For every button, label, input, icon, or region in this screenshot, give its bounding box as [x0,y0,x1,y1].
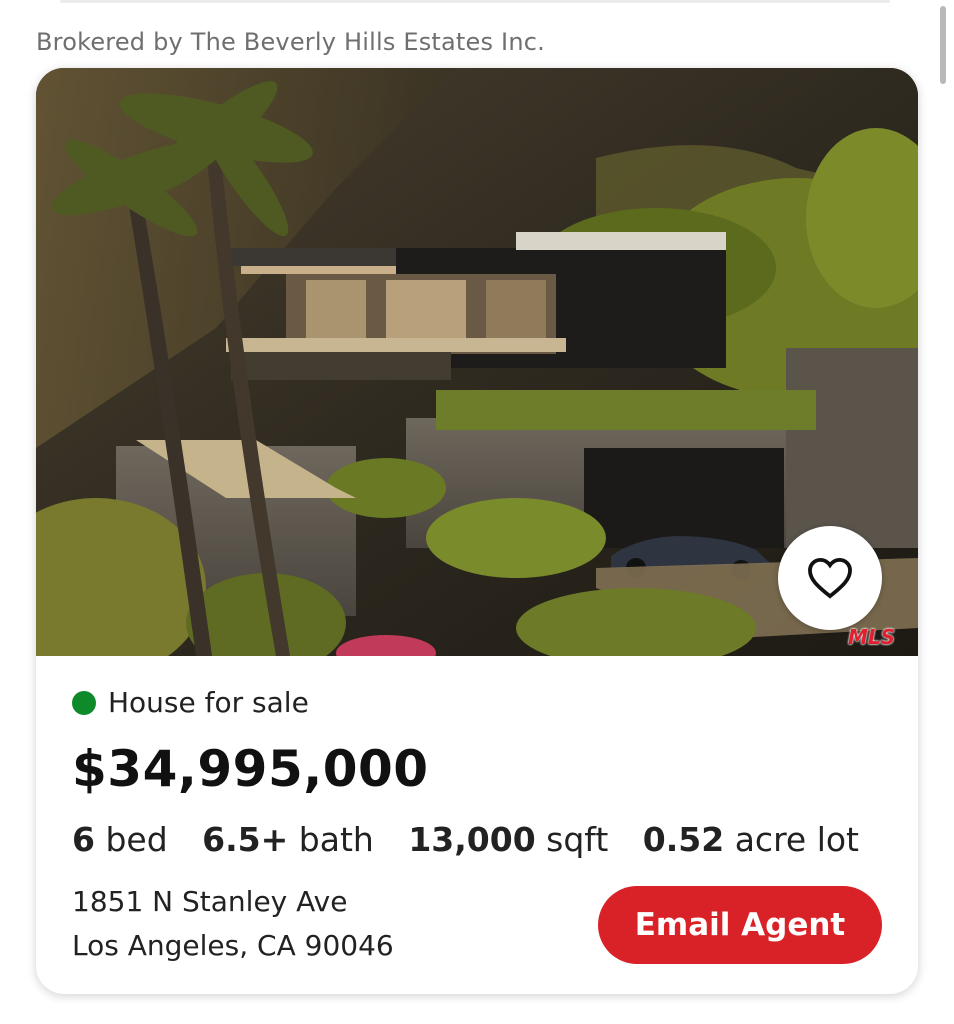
save-favorite-button[interactable] [778,526,882,630]
listing-status: House for sale [72,686,309,719]
listing-card[interactable]: MLS House for sale $34,995,000 6 bed 6.5… [36,68,918,994]
address-street: 1851 N Stanley Ave [72,885,348,918]
email-agent-button[interactable]: Email Agent [598,886,882,964]
listing-facts: 6 bed 6.5+ bath 13,000 sqft 0.52 acre lo… [72,820,883,859]
top-divider [60,0,890,3]
fact-sqft: 13,000 sqft [408,820,609,859]
fact-beds: 6 bed [72,820,168,859]
fact-lot: 0.52 acre lot [642,820,860,859]
heart-outline-icon [808,557,852,599]
status-label: House for sale [108,686,309,719]
listing-address: 1851 N Stanley Ave Los Angeles, CA 90046 [72,880,394,968]
listing-price: $34,995,000 [72,740,429,798]
mls-watermark: MLS [848,625,896,649]
fact-baths: 6.5+ bath [202,820,374,859]
scrollbar-thumb[interactable] [940,6,946,84]
listing-photo[interactable]: MLS [36,68,918,656]
broker-attribution: Brokered by The Beverly Hills Estates In… [36,28,545,56]
status-dot-icon [72,690,96,715]
address-city: Los Angeles, CA 90046 [72,929,394,962]
